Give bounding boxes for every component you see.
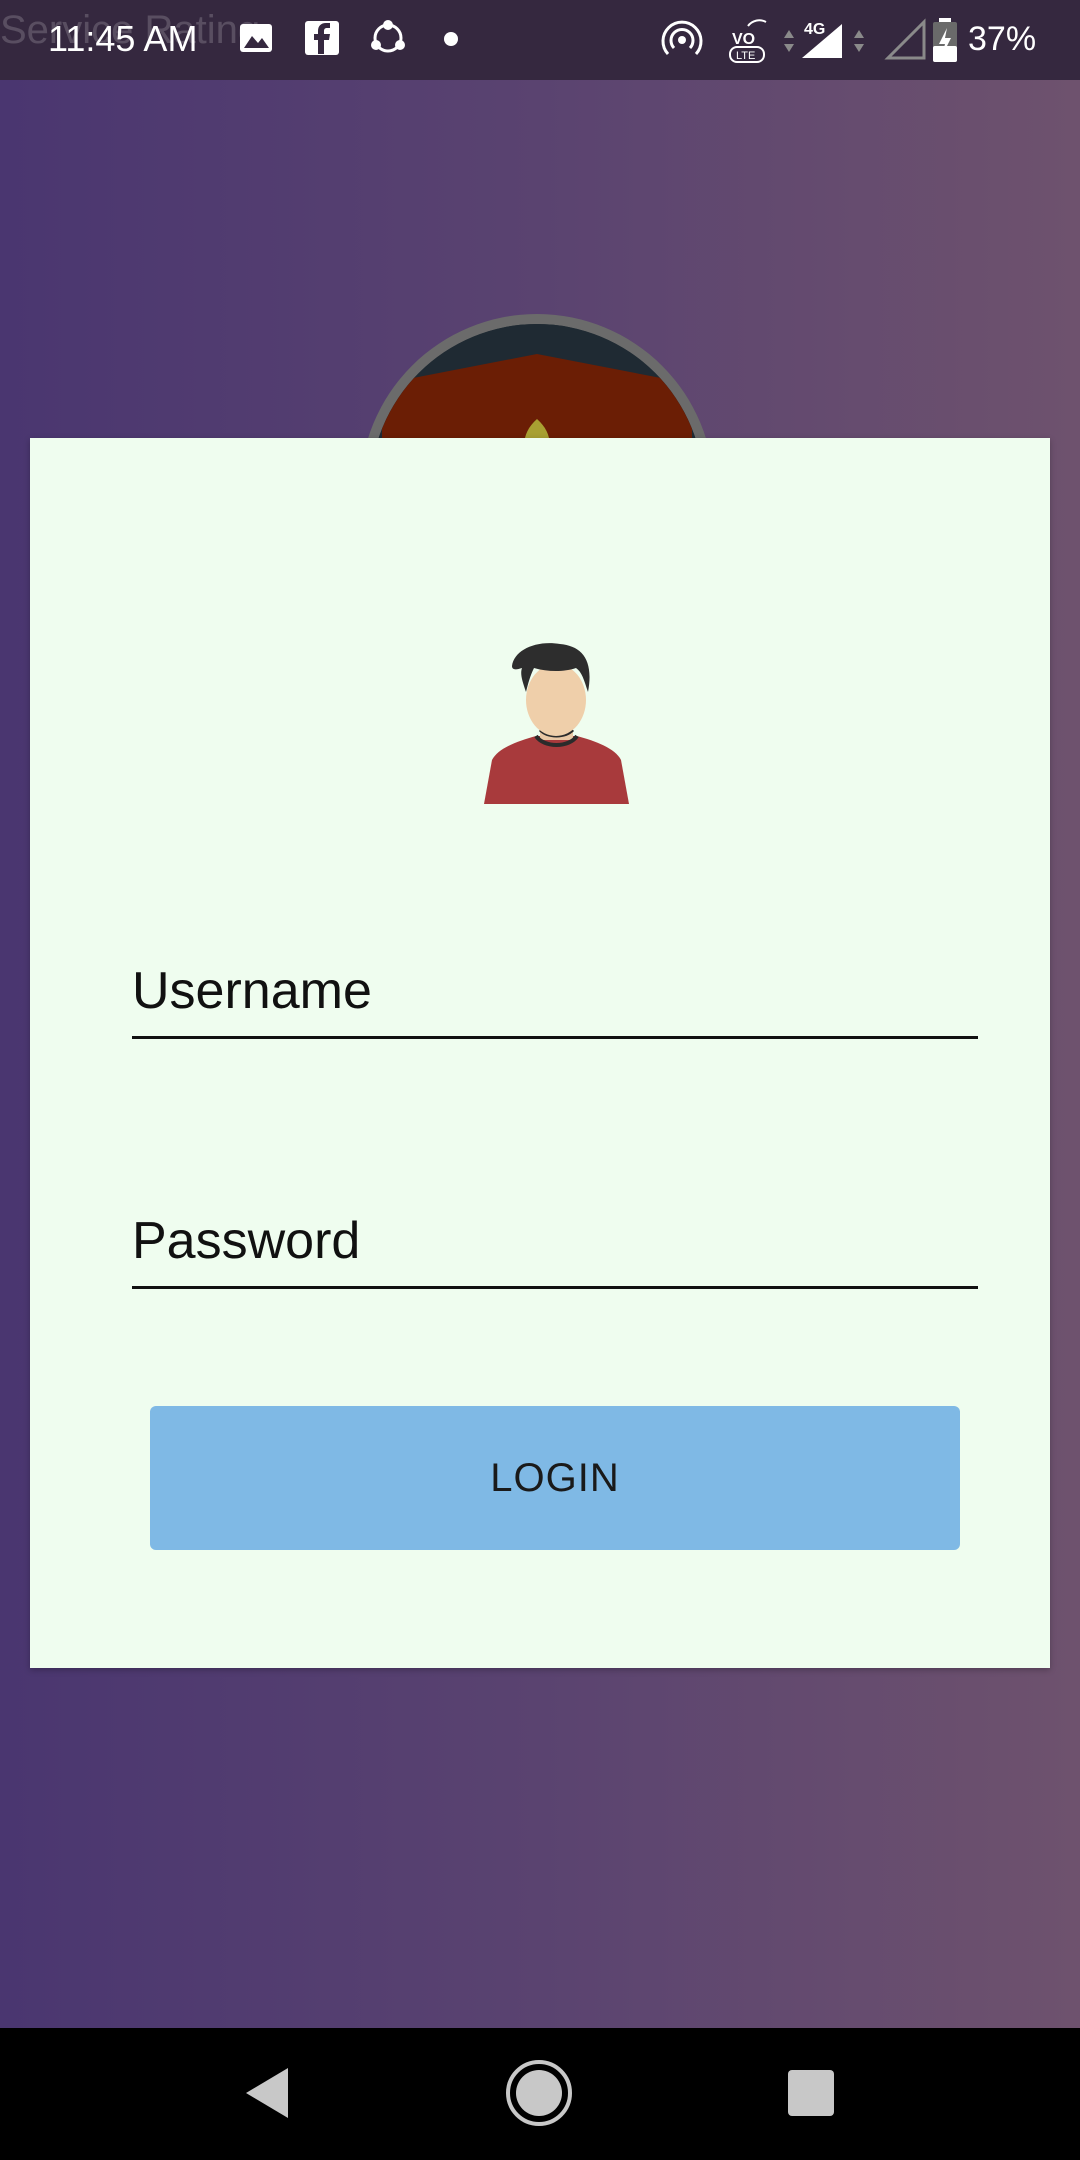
username-field — [132, 946, 978, 1039]
facebook-notification-icon — [302, 18, 342, 63]
login-card: LOGIN — [30, 438, 1050, 1668]
back-triangle-icon — [246, 2068, 288, 2118]
svg-text:4G: 4G — [804, 21, 825, 38]
password-input[interactable] — [132, 1196, 978, 1286]
username-input[interactable] — [132, 946, 978, 1036]
battery-percent: 37% — [968, 20, 1037, 58]
back-button[interactable] — [240, 2064, 294, 2127]
signal-4g-icon: 4G — [780, 18, 876, 67]
svg-text:LTE: LTE — [736, 50, 755, 62]
hotspot-icon — [660, 18, 704, 67]
recents-square-icon — [788, 2070, 834, 2116]
home-button[interactable] — [504, 2058, 574, 2133]
home-circle-icon — [506, 2060, 572, 2126]
login-button[interactable]: LOGIN — [150, 1406, 960, 1550]
login-screen: Service Rating 11:45 AM VO LTE 4G 37% Us… — [0, 0, 1080, 2160]
battery-charging-icon — [930, 16, 960, 69]
recents-button[interactable] — [786, 2068, 836, 2123]
svg-text:VO: VO — [732, 31, 755, 48]
volte-icon: VO LTE — [726, 16, 772, 69]
password-field — [132, 1196, 978, 1289]
shareit-notification-icon — [368, 18, 408, 63]
more-notifications-dot-icon — [440, 28, 462, 55]
gallery-notification-icon — [236, 18, 276, 63]
status-time: 11:45 AM — [48, 18, 198, 59]
status-bar: Service Rating 11:45 AM VO LTE 4G 37% — [0, 0, 1080, 80]
user-avatar-icon — [484, 643, 629, 804]
navigation-bar — [0, 2028, 1080, 2160]
signal-empty-icon — [884, 18, 928, 67]
